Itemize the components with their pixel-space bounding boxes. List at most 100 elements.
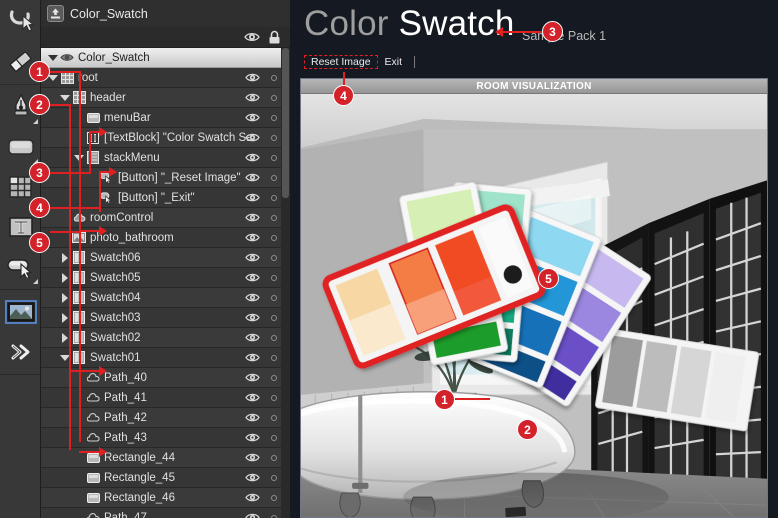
tree-row[interactable]: Swatch02 xyxy=(41,328,290,348)
tree-row[interactable]: Swatch05 xyxy=(41,268,290,288)
tree-row[interactable]: roomControl xyxy=(41,208,290,228)
tree-row[interactable]: Path_43 xyxy=(41,428,290,448)
tree-row[interactable]: Path_47 xyxy=(41,508,290,518)
tree-row[interactable]: [Button] "_Reset Image" xyxy=(41,168,290,188)
export-document-icon[interactable] xyxy=(47,5,64,22)
tree-row[interactable]: header xyxy=(41,88,290,108)
tree-row[interactable]: Rectangle_45 xyxy=(41,468,290,488)
more-tools[interactable] xyxy=(0,332,41,372)
lock-icon[interactable] xyxy=(268,30,281,45)
pen-tool[interactable] xyxy=(0,87,41,127)
tree-row[interactable]: Swatch01 xyxy=(41,348,290,368)
tree-row-selected[interactable]: Color_Swatch xyxy=(41,48,290,68)
twisty-expand[interactable] xyxy=(59,312,70,323)
pen-tool-flyout-arrow[interactable] xyxy=(33,119,38,124)
row-lock-toggle[interactable] xyxy=(271,315,277,321)
row-lock-toggle[interactable] xyxy=(271,115,277,121)
reset-image-button[interactable]: Reset Image xyxy=(304,54,378,70)
tree-scrollbar-thumb[interactable] xyxy=(282,48,289,198)
row-lock-toggle[interactable] xyxy=(271,295,277,301)
row-eye-icon[interactable] xyxy=(245,391,260,404)
twisty-expand[interactable] xyxy=(59,332,70,343)
tree-row[interactable]: stackMenu xyxy=(41,148,290,168)
twisty-expand[interactable] xyxy=(59,252,70,263)
twisty-collapse[interactable] xyxy=(47,72,58,83)
row-lock-toggle[interactable] xyxy=(271,255,277,261)
row-lock-toggle[interactable] xyxy=(271,355,277,361)
row-lock-toggle[interactable] xyxy=(271,215,277,221)
twisty-collapse[interactable] xyxy=(59,352,70,363)
select-tool[interactable] xyxy=(0,2,41,42)
row-lock-toggle[interactable] xyxy=(271,335,277,341)
row-eye-icon[interactable] xyxy=(245,111,260,124)
row-eye-icon[interactable] xyxy=(245,471,260,484)
twisty-collapse[interactable] xyxy=(47,52,58,63)
row-lock-toggle[interactable] xyxy=(271,475,277,481)
tree-row[interactable]: photo_bathroom xyxy=(41,228,290,248)
row-eye-icon[interactable] xyxy=(245,331,260,344)
tree-scrollbar[interactable] xyxy=(281,48,290,518)
row-eye-icon[interactable] xyxy=(245,271,260,284)
row-lock-toggle[interactable] xyxy=(271,275,277,281)
row-lock-toggle[interactable] xyxy=(271,455,277,461)
room-photo[interactable]: 5 1 2 xyxy=(301,94,767,517)
twisty-collapse[interactable] xyxy=(59,92,70,103)
tree-row[interactable]: Path_42 xyxy=(41,408,290,428)
row-eye-icon[interactable] xyxy=(245,311,260,324)
eraser-tool[interactable] xyxy=(0,42,41,82)
row-lock-toggle[interactable] xyxy=(271,155,277,161)
row-lock-toggle[interactable] xyxy=(271,135,277,141)
row-lock-toggle[interactable] xyxy=(271,195,277,201)
color-swatch-fan[interactable] xyxy=(301,94,767,517)
button-tool[interactable] xyxy=(0,247,41,287)
row-lock-toggle[interactable] xyxy=(271,375,277,381)
row-eye-icon[interactable] xyxy=(245,351,260,364)
tree-row[interactable]: Path_41 xyxy=(41,388,290,408)
row-eye-icon[interactable] xyxy=(245,291,260,304)
row-eye-icon[interactable] xyxy=(245,91,260,104)
rectangle-tool-flyout-arrow[interactable] xyxy=(33,159,38,164)
exit-button[interactable]: Exit xyxy=(378,55,410,70)
row-eye-icon[interactable] xyxy=(245,371,260,384)
row-lock-toggle[interactable] xyxy=(271,415,277,421)
image-tool[interactable] xyxy=(0,292,41,332)
row-eye-icon[interactable] xyxy=(245,151,260,164)
row-eye-icon[interactable] xyxy=(245,511,260,518)
tree-row[interactable]: Swatch03 xyxy=(41,308,290,328)
tree-row[interactable]: root xyxy=(41,68,290,88)
tree-rows-container[interactable]: Color_Swatch root header menuBar [TextBlock]… xyxy=(41,48,290,518)
row-eye-icon[interactable] xyxy=(245,211,260,224)
rectangle-tool[interactable] xyxy=(0,127,41,167)
button-tool-flyout-arrow[interactable] xyxy=(33,279,38,284)
row-eye-icon[interactable] xyxy=(245,131,260,144)
row-lock-toggle[interactable] xyxy=(271,95,277,101)
twisty-collapse[interactable] xyxy=(73,152,84,163)
text-tool[interactable] xyxy=(0,207,41,247)
tree-row[interactable]: [Button] "_Exit" xyxy=(41,188,290,208)
row-lock-toggle[interactable] xyxy=(271,235,277,241)
row-eye-icon[interactable] xyxy=(245,431,260,444)
row-eye-icon[interactable] xyxy=(245,491,260,504)
row-lock-toggle[interactable] xyxy=(271,495,277,501)
twisty-expand[interactable] xyxy=(59,292,70,303)
tree-row[interactable]: Rectangle_44 xyxy=(41,448,290,468)
row-eye-icon[interactable] xyxy=(245,191,260,204)
row-eye-icon[interactable] xyxy=(245,411,260,424)
text-tool-flyout-arrow[interactable] xyxy=(33,239,38,244)
row-lock-toggle[interactable] xyxy=(271,75,277,81)
tree-row[interactable]: Rectangle_46 xyxy=(41,488,290,508)
row-eye-icon[interactable] xyxy=(245,451,260,464)
row-eye-icon[interactable] xyxy=(245,231,260,244)
grid-tool[interactable] xyxy=(0,167,41,207)
tree-row[interactable]: menuBar xyxy=(41,108,290,128)
tree-row[interactable]: Swatch06 xyxy=(41,248,290,268)
twisty-expand[interactable] xyxy=(59,272,70,283)
row-lock-toggle[interactable] xyxy=(271,435,277,441)
tree-row[interactable]: [TextBlock] "Color Swatch Sa. xyxy=(41,128,290,148)
grid-tool-flyout-arrow[interactable] xyxy=(33,199,38,204)
row-eye-icon[interactable] xyxy=(245,71,260,84)
row-lock-toggle[interactable] xyxy=(271,395,277,401)
row-eye-icon[interactable] xyxy=(245,171,260,184)
row-eye-icon[interactable] xyxy=(245,251,260,264)
row-lock-toggle[interactable] xyxy=(271,175,277,181)
